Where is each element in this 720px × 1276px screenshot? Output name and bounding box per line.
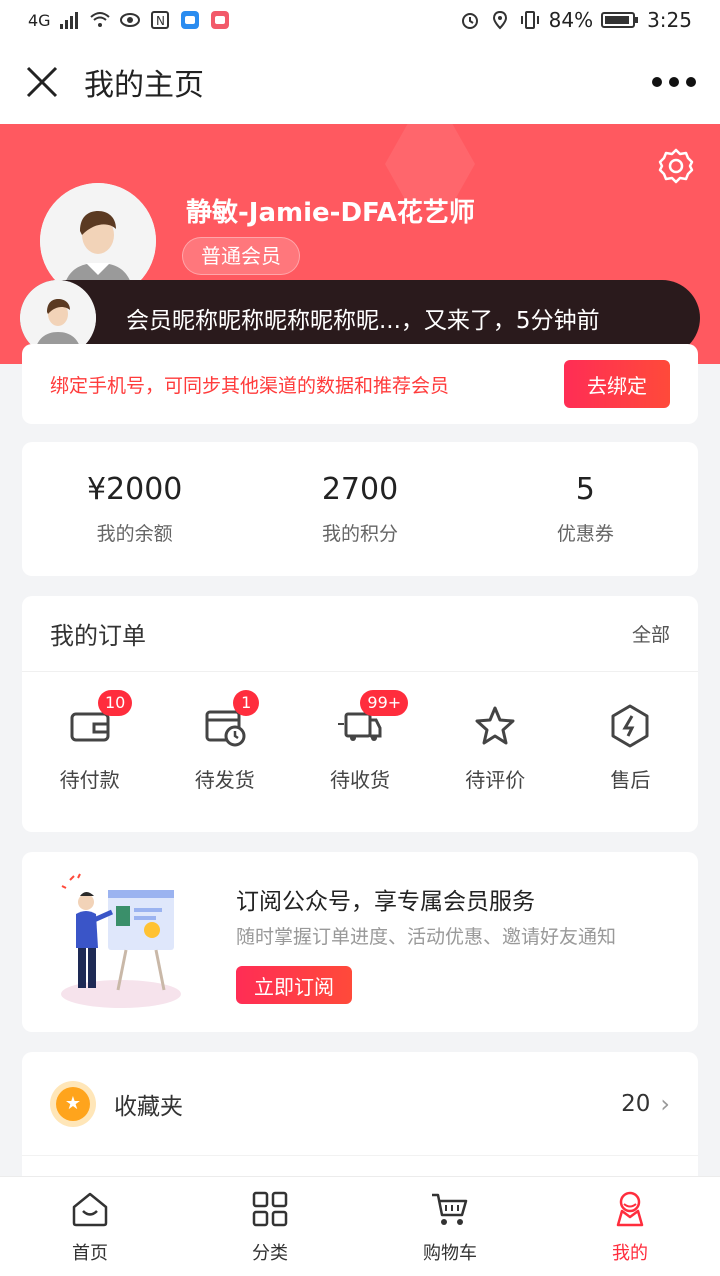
eye-icon bbox=[119, 13, 140, 27]
stat-points[interactable]: 2700 我的积分 bbox=[247, 442, 472, 576]
order-after-sales[interactable]: 售后 bbox=[563, 690, 698, 793]
stat-value: 2700 bbox=[321, 472, 399, 507]
presentation-illustration bbox=[61, 873, 181, 1008]
order-pending-payment[interactable]: 10 待付款 bbox=[22, 690, 157, 793]
app-red-icon bbox=[210, 11, 229, 29]
order-badge: 99+ bbox=[360, 690, 409, 716]
more-menu-button[interactable] bbox=[652, 77, 696, 87]
order-label: 待付款 bbox=[59, 768, 120, 792]
subscribe-card: 订阅公众号，享专属会员服务 随时掌握订单进度、活动优惠、邀请好友通知 立即订阅 bbox=[22, 852, 698, 1032]
vibrate-icon bbox=[520, 11, 539, 29]
grid-icon bbox=[252, 1191, 288, 1227]
tab-label: 首页 bbox=[72, 1243, 108, 1264]
stat-value: ¥2000 bbox=[86, 472, 183, 507]
settings-icon[interactable] bbox=[656, 146, 696, 186]
nav-bar: 我的主页 bbox=[0, 40, 720, 124]
tab-home[interactable]: 首页 bbox=[0, 1177, 180, 1276]
stat-label: 我的余额 bbox=[96, 523, 173, 545]
subscribe-title: 订阅公众号，享专属会员服务 bbox=[236, 889, 535, 915]
favorites-row[interactable]: ★ 收藏夹 20 › bbox=[22, 1052, 698, 1156]
bind-phone-card: 绑定手机号，可同步其他渠道的数据和推荐会员 去绑定 bbox=[22, 344, 698, 424]
stat-label: 优惠券 bbox=[556, 523, 614, 545]
user-icon bbox=[616, 1191, 644, 1227]
stat-label: 我的积分 bbox=[321, 523, 398, 545]
alarm-icon bbox=[461, 13, 478, 29]
svg-text:N: N bbox=[156, 14, 165, 28]
chevron-right-icon: › bbox=[660, 1089, 670, 1118]
tab-label: 我的 bbox=[612, 1243, 648, 1264]
page-title: 我的主页 bbox=[84, 68, 204, 103]
stat-balance[interactable]: ¥2000 我的余额 bbox=[22, 442, 247, 576]
app-blue-icon bbox=[180, 11, 199, 29]
orders-title: 我的订单 bbox=[50, 622, 146, 650]
tab-label: 分类 bbox=[252, 1243, 288, 1264]
order-label: 待发货 bbox=[194, 768, 255, 792]
after-sales-icon bbox=[611, 704, 649, 748]
tab-mine[interactable]: 我的 bbox=[540, 1177, 720, 1276]
stat-value: 5 bbox=[575, 472, 595, 507]
order-badge: 1 bbox=[233, 690, 260, 716]
order-label: 待评价 bbox=[465, 768, 526, 792]
clock: 3:25 bbox=[647, 8, 692, 32]
bottom-tab-bar: 首页 分类 购物车 我的 bbox=[0, 1176, 720, 1276]
subscribe-button[interactable]: 立即订阅 bbox=[236, 966, 352, 1004]
tab-cart[interactable]: 购物车 bbox=[360, 1177, 540, 1276]
member-level-badge: 普通会员 bbox=[182, 237, 300, 275]
tab-category[interactable]: 分类 bbox=[180, 1177, 360, 1276]
order-label: 待收货 bbox=[330, 768, 390, 792]
favorites-label: 收藏夹 bbox=[114, 1093, 183, 1120]
account-stats: ¥2000 我的余额 2700 我的积分 5 优惠券 bbox=[22, 442, 698, 576]
nfc-icon: N bbox=[150, 11, 169, 29]
bind-phone-button[interactable]: 去绑定 bbox=[564, 360, 670, 408]
order-pending-receipt[interactable]: 99+ 待收货 bbox=[292, 690, 427, 793]
orders-all-link[interactable]: 全部 bbox=[632, 620, 670, 647]
order-pending-shipment[interactable]: 1 待发货 bbox=[157, 690, 292, 793]
order-badge: 10 bbox=[98, 690, 133, 716]
subscribe-description: 随时掌握订单进度、活动优惠、邀请好友通知 bbox=[236, 926, 617, 948]
order-pending-review[interactable]: 待评价 bbox=[428, 690, 563, 793]
bind-phone-text: 绑定手机号，可同步其他渠道的数据和推荐会员 bbox=[50, 374, 450, 397]
wifi-icon bbox=[89, 12, 110, 27]
location-icon bbox=[492, 10, 507, 30]
username: 静敏-Jamie-DFA花艺师 bbox=[186, 198, 475, 228]
favorites-card: ★ 收藏夹 20 › bbox=[22, 1052, 698, 1182]
battery-percent: 84% bbox=[548, 8, 594, 32]
order-label: 售后 bbox=[610, 768, 651, 792]
tab-label: 购物车 bbox=[423, 1243, 477, 1264]
favorites-count: 20 bbox=[621, 1090, 651, 1117]
home-icon bbox=[72, 1192, 108, 1227]
orders-header: 我的订单 全部 bbox=[22, 596, 698, 672]
status-bar: 4G N 84% 3:25 bbox=[0, 0, 720, 40]
network-label: 4G bbox=[28, 10, 51, 30]
toast-text: 会员昵称昵称昵称昵称昵...，又来了，5分钟前 bbox=[126, 308, 600, 334]
orders-card: 我的订单 全部 10 待付款 1 待发货 99+ 待收货 待评价 售后 bbox=[22, 596, 698, 832]
battery-icon bbox=[601, 12, 639, 28]
signal-icon bbox=[59, 12, 78, 29]
star-icon bbox=[475, 706, 515, 745]
cart-icon bbox=[432, 1193, 468, 1225]
close-icon[interactable] bbox=[24, 64, 60, 100]
favorites-star-icon: ★ bbox=[50, 1080, 96, 1127]
stat-coupons[interactable]: 5 优惠券 bbox=[473, 442, 698, 576]
